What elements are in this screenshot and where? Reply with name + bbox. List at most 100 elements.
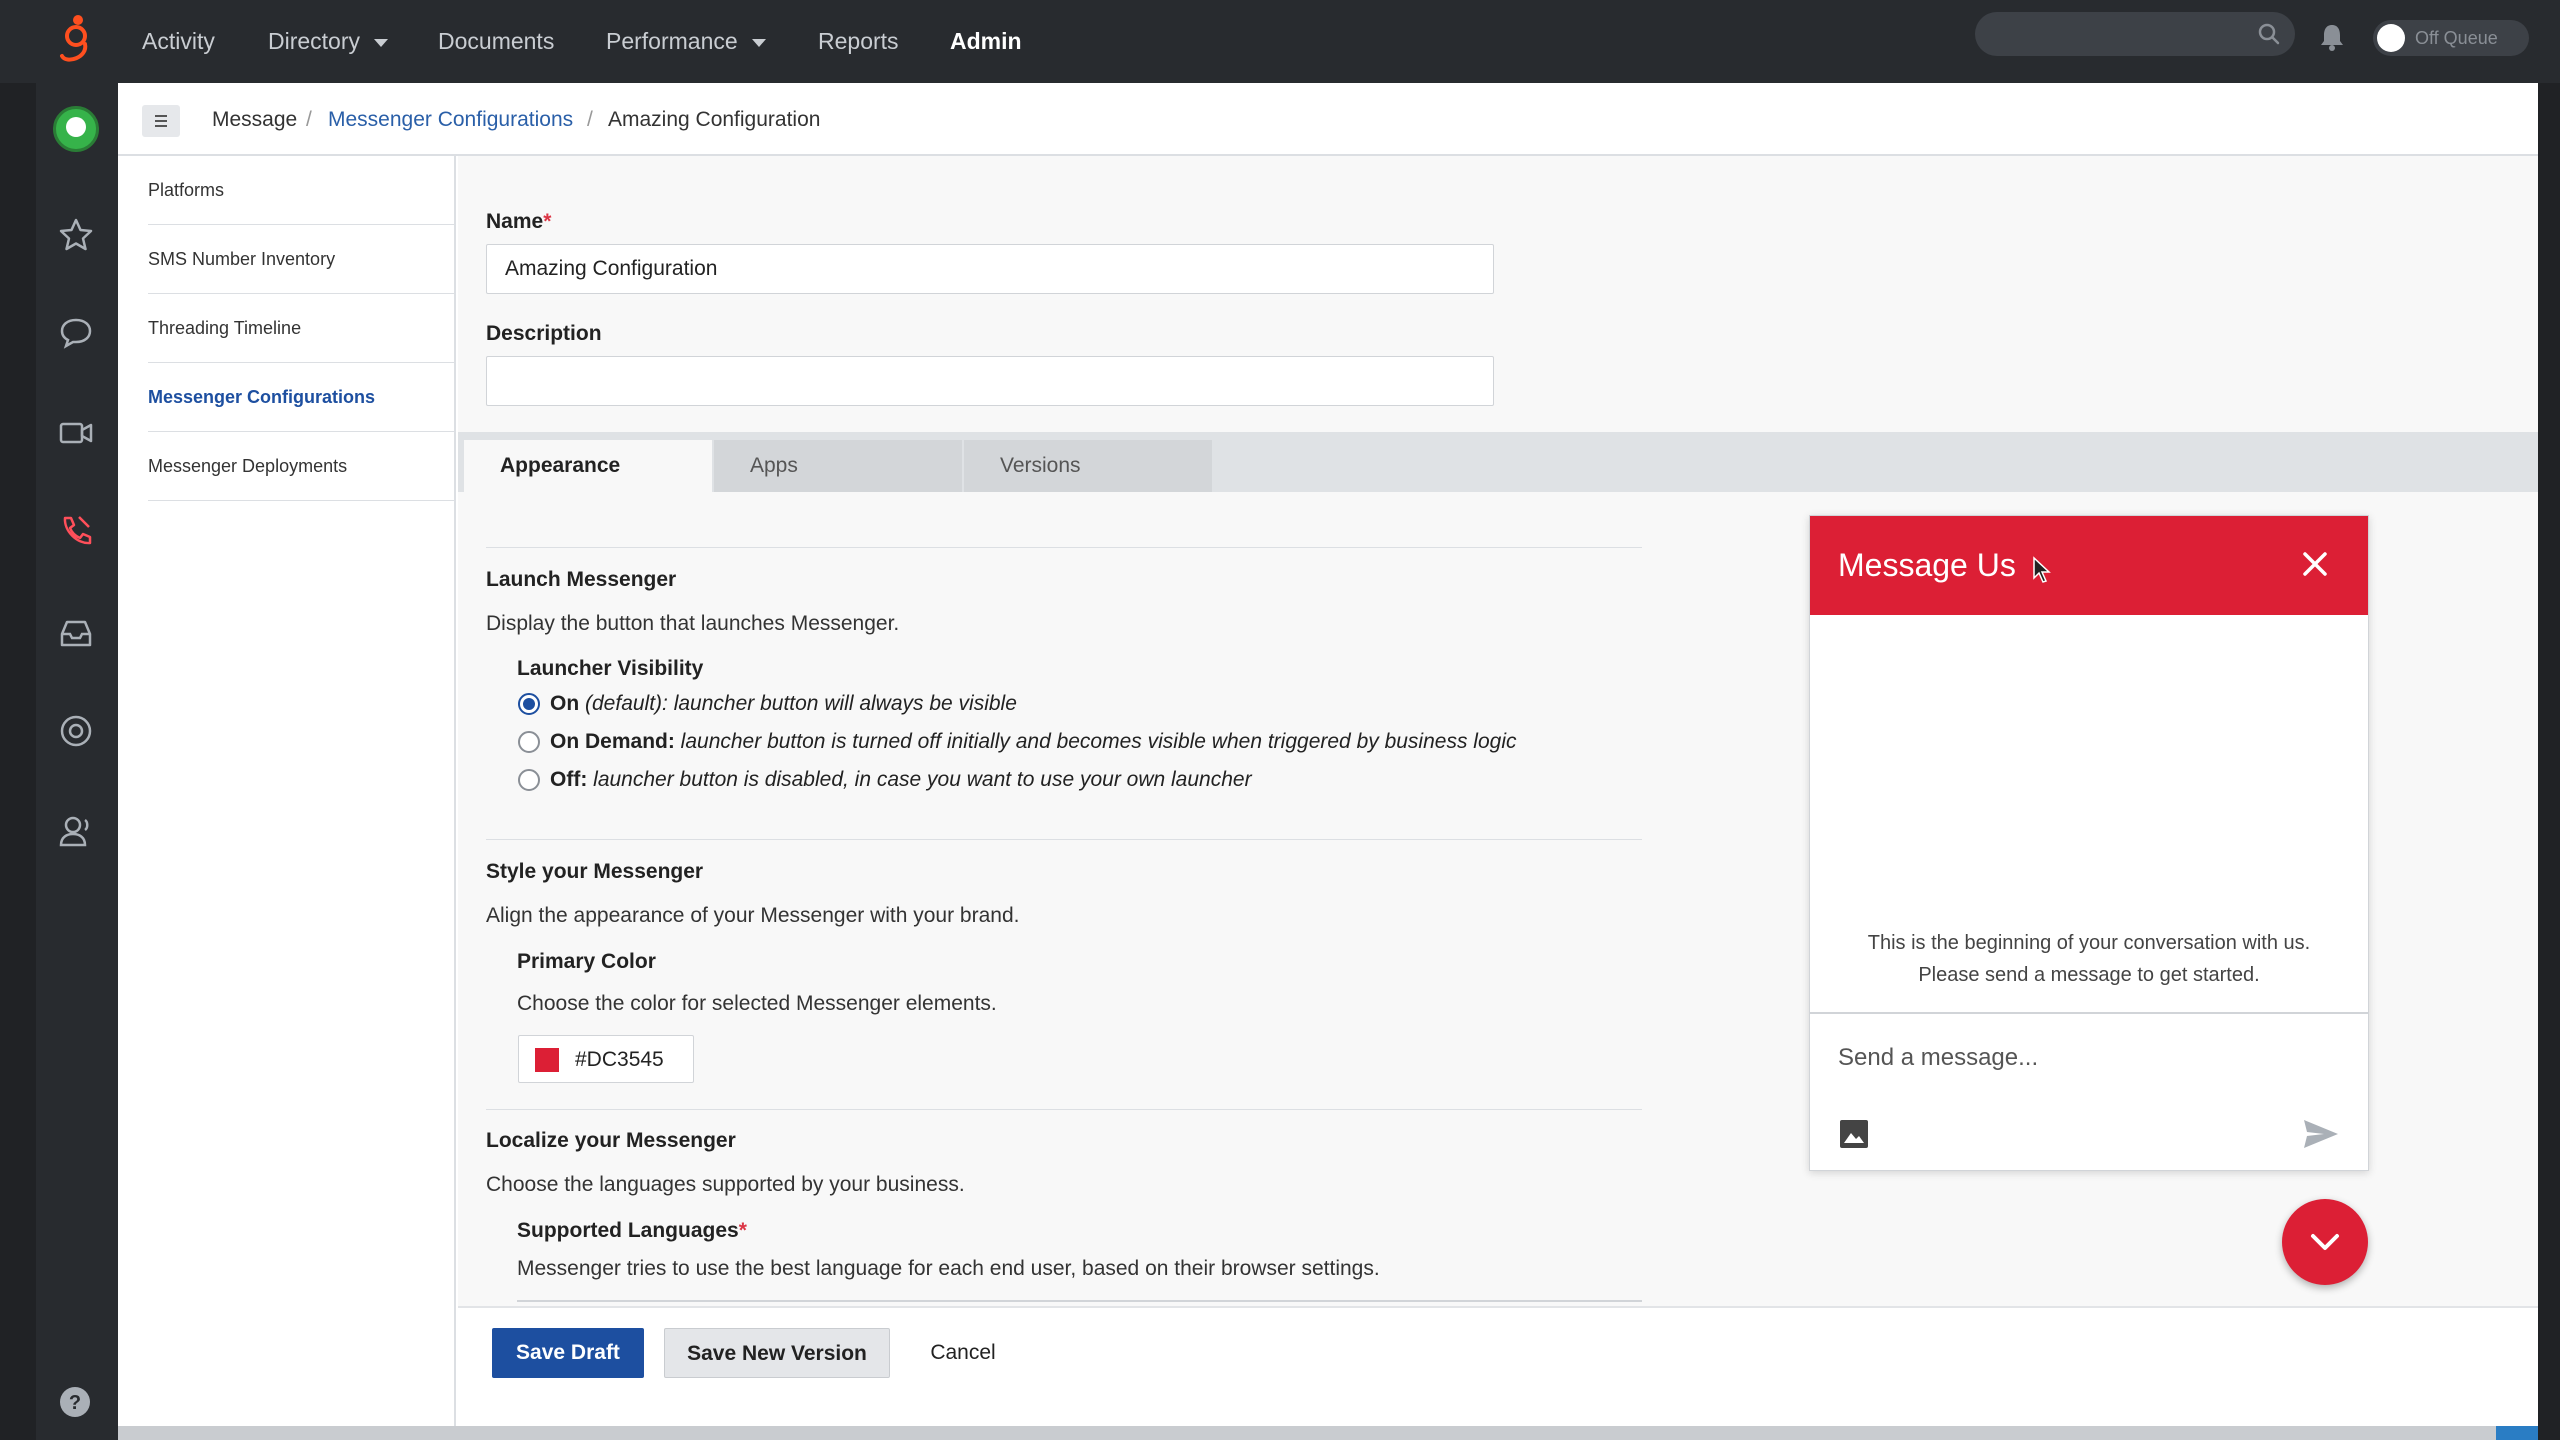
messenger-header: Message Us — [1810, 516, 2368, 615]
breadcrumb-message: Message — [212, 108, 298, 131]
description-input[interactable] — [486, 356, 1494, 406]
launch-messenger-title: Launch Messenger — [486, 568, 677, 591]
nav-directory[interactable]: Directory — [268, 22, 389, 60]
tab-versions[interactable]: Versions — [964, 440, 1212, 492]
section-divider — [486, 839, 1642, 840]
primary-color-desc: Choose the color for selected Messenger … — [517, 992, 997, 1015]
help-question-icon[interactable]: ? — [58, 1385, 92, 1419]
name-input[interactable]: Amazing Configuration — [486, 244, 1494, 294]
radio-launcher-on-demand-label: On Demand: launcher button is turned off… — [550, 727, 1516, 757]
caret-down-icon — [374, 38, 389, 47]
messenger-launcher-button[interactable] — [2282, 1199, 2368, 1285]
supported-languages-text: Supported Languages — [517, 1219, 739, 1242]
localize-messenger-desc: Choose the languages supported by your b… — [486, 1173, 965, 1196]
nav-documents-label: Documents — [438, 28, 555, 54]
bottom-accent-bar — [2496, 1426, 2538, 1440]
conversation-start-info: This is the beginning of your conversati… — [1810, 927, 2368, 991]
nav-performance[interactable]: Performance — [606, 22, 766, 60]
description-label: Description — [486, 322, 602, 345]
hamburger-line — [155, 120, 167, 122]
supported-languages-desc: Messenger tries to use the best language… — [517, 1257, 1380, 1280]
radio-launcher-off-label: Off: launcher button is disabled, in cas… — [550, 765, 1252, 795]
messenger-preview: Message Us This is the beginning of your… — [1809, 515, 2369, 1171]
nav-admin-label: Admin — [950, 28, 1022, 54]
localize-messenger-title: Localize your Messenger — [486, 1129, 736, 1152]
inbox-icon[interactable] — [57, 614, 95, 652]
breadcrumb-separator: / — [306, 108, 312, 131]
user-avatar[interactable] — [53, 106, 99, 152]
save-draft-button[interactable]: Save Draft — [492, 1328, 644, 1378]
breadcrumb-messenger-configurations-link[interactable]: Messenger Configurations — [328, 108, 573, 132]
queue-status-label: Off Queue — [2415, 28, 2498, 48]
nav-directory-label: Directory — [268, 28, 361, 54]
notification-bell-icon[interactable] — [2318, 22, 2346, 52]
message-input[interactable]: Send a message... — [1838, 1044, 2038, 1072]
right-window-edge — [2538, 83, 2560, 1440]
agent-headset-icon[interactable] — [57, 812, 95, 850]
top-navigation-bar: Activity Directory Documents Performance… — [0, 0, 2560, 83]
nav-activity[interactable]: Activity — [142, 22, 215, 60]
nav-reports-label: Reports — [818, 28, 899, 54]
radio-unchecked-icon — [518, 769, 540, 791]
genesys-logo-icon[interactable] — [56, 14, 96, 66]
send-icon[interactable] — [2302, 1118, 2340, 1150]
option-desc: launcher button is turned off initially … — [674, 730, 1517, 753]
message-compose-area: Send a message... — [1810, 1012, 2368, 1170]
primary-color-picker[interactable]: #DC3545 — [518, 1035, 694, 1083]
video-camera-icon[interactable] — [57, 414, 95, 452]
languages-field-edge[interactable] — [517, 1300, 1642, 1302]
breadcrumb-bar: Message / Messenger Configurations / Ama… — [118, 83, 2538, 156]
style-messenger-desc: Align the appearance of your Messenger w… — [486, 904, 1020, 927]
caret-down-icon — [751, 38, 766, 47]
nav-admin[interactable]: Admin — [950, 22, 1022, 60]
color-swatch — [535, 1048, 559, 1072]
breadcrumb-current: Amazing Configuration — [608, 108, 821, 131]
nav-performance-label: Performance — [606, 28, 738, 54]
name-label-text: Name — [486, 210, 544, 233]
global-search-input[interactable] — [1975, 12, 2295, 56]
option-desc: launcher button is disabled, in case you… — [587, 768, 1252, 791]
nav-reports[interactable]: Reports — [818, 22, 899, 60]
primary-color-value: #DC3545 — [575, 1048, 664, 1071]
radio-launcher-on-label: On (default): launcher button will alway… — [550, 689, 1017, 719]
tab-apps[interactable]: Apps — [714, 440, 962, 492]
help-lifebuoy-icon[interactable] — [57, 712, 95, 750]
svg-text:?: ? — [69, 1392, 81, 1414]
left-icon-rail — [36, 83, 118, 1440]
admin-subnav: Platforms SMS Number Inventory Threading… — [118, 156, 456, 1426]
section-divider — [486, 547, 1642, 548]
star-icon[interactable] — [57, 216, 95, 254]
subnav-sms-number-inventory[interactable]: SMS Number Inventory — [148, 225, 456, 294]
breadcrumb-separator: / — [587, 108, 593, 131]
subnav-messenger-deployments[interactable]: Messenger Deployments — [148, 432, 456, 501]
messenger-title: Message Us — [1838, 547, 2016, 583]
nav-documents[interactable]: Documents — [438, 22, 554, 60]
required-asterisk: * — [543, 210, 552, 233]
chat-bubble-icon[interactable] — [57, 314, 95, 352]
left-rail-edge — [0, 83, 36, 1440]
mouse-cursor-icon — [2033, 556, 2051, 583]
tab-appearance[interactable]: Appearance — [464, 440, 712, 492]
radio-checked-icon — [518, 693, 540, 715]
save-new-version-button[interactable]: Save New Version — [664, 1328, 890, 1378]
subnav-messenger-configurations[interactable]: Messenger Configurations — [148, 363, 456, 432]
hamburger-menu-button[interactable] — [142, 105, 180, 137]
launcher-visibility-label: Launcher Visibility — [517, 657, 704, 680]
phone-icon[interactable] — [57, 512, 95, 550]
subnav-platforms[interactable]: Platforms — [148, 156, 456, 225]
launch-messenger-desc: Display the button that launches Messeng… — [486, 612, 900, 635]
nav-activity-label: Activity — [142, 28, 215, 54]
name-label: Name* — [486, 210, 551, 234]
bottom-scroll-strip — [118, 1426, 2538, 1440]
required-asterisk: * — [738, 1219, 747, 1242]
hamburger-line — [155, 115, 167, 117]
radio-unchecked-icon — [518, 731, 540, 753]
option-desc: (default): launcher button will always b… — [579, 692, 1017, 715]
image-attach-icon[interactable] — [1838, 1118, 1870, 1150]
queue-status-toggle[interactable]: Off Queue — [2373, 20, 2529, 56]
section-divider — [486, 1109, 1642, 1110]
info-line: Please send a message to get started. — [1918, 964, 2260, 986]
subnav-threading-timeline[interactable]: Threading Timeline — [148, 294, 456, 363]
close-icon[interactable] — [2300, 549, 2330, 579]
cancel-button[interactable]: Cancel — [918, 1328, 1008, 1378]
